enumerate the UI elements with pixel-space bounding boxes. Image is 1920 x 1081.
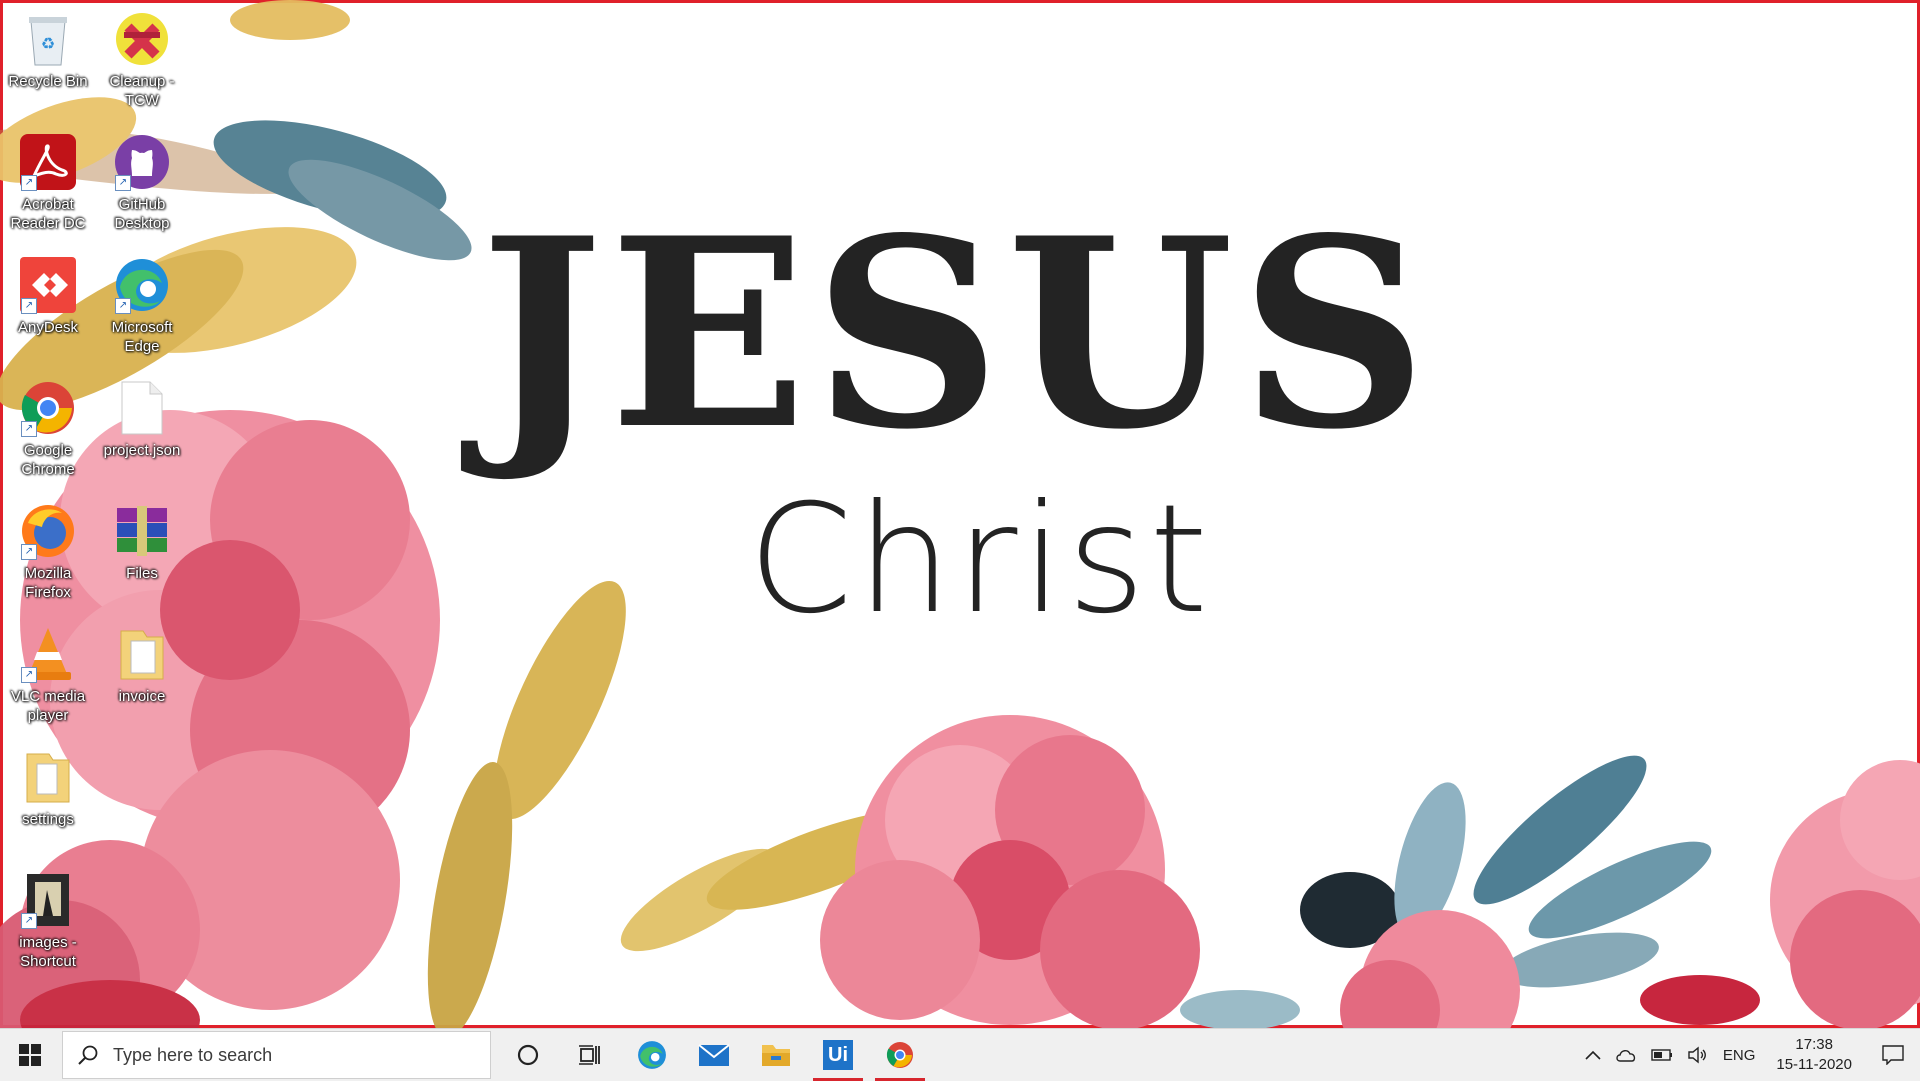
search-input[interactable] [111, 1043, 475, 1067]
svg-text:♻: ♻ [41, 36, 55, 53]
taskbar: Ui ENG 17:38 15-11-2020 [0, 1028, 1920, 1081]
shortcut-arrow-icon: ↗ [21, 667, 37, 683]
shortcut-arrow-icon: ↗ [21, 298, 37, 314]
language-label: ENG [1722, 1046, 1756, 1064]
shortcut-arrow-icon: ↗ [21, 913, 37, 929]
search-icon [78, 1045, 98, 1065]
chrome-icon [886, 1042, 913, 1068]
taskbar-uipath-button[interactable]: Ui [807, 1029, 869, 1081]
desktop-icon-label: Cleanup - TCW [109, 73, 175, 109]
clock-time: 17:38 [1795, 1036, 1833, 1053]
desktop-icon-label: Google Chrome [21, 442, 75, 478]
firefox-icon: ↗ [19, 502, 77, 560]
clock-date: 15-11-2020 [1776, 1056, 1852, 1073]
wallpaper-subtitle: Christ [747, 473, 1213, 647]
desktop-icon-project-json[interactable]: project.json [94, 371, 190, 460]
taskbar-search-box[interactable] [62, 1031, 491, 1079]
desktop-icon-label: GitHub Desktop [114, 196, 170, 232]
battery-icon [1651, 1049, 1672, 1061]
shortcut-arrow-icon: ↗ [21, 544, 37, 560]
clock-button[interactable]: 17:38 15-11-2020 [1762, 1029, 1866, 1081]
github-icon: ↗ [113, 133, 171, 191]
winrar-icon [113, 502, 171, 560]
desktop-icon-label: settings [22, 811, 74, 828]
cleanup-icon [113, 10, 171, 68]
wallpaper-title: JESUS [480, 182, 1434, 487]
onedrive-button[interactable] [1608, 1029, 1644, 1081]
desktop-icon-label: Recycle Bin [8, 73, 88, 90]
cloud-icon [1616, 1050, 1636, 1062]
desktop[interactable]: JESUS Christ ♻ Recycle Bin Cleanup - TCW… [0, 0, 1920, 1028]
taskbar-file-explorer-button[interactable] [745, 1029, 807, 1081]
system-tray: ENG 17:38 15-11-2020 [1578, 1029, 1920, 1081]
uipath-icon: Ui [823, 1040, 853, 1070]
action-center-button[interactable] [1866, 1029, 1920, 1081]
edge-icon: ↗ [113, 256, 171, 314]
battery-button[interactable] [1644, 1029, 1680, 1081]
desktop-icon-label: Microsoft Edge [111, 319, 173, 355]
folder-icon [113, 625, 171, 683]
input-language-button[interactable]: ENG [1716, 1029, 1763, 1081]
desktop-icon-recycle-bin[interactable]: ♻ Recycle Bin [0, 2, 96, 91]
mail-icon [698, 1044, 730, 1066]
desktop-icon-label: Acrobat Reader DC [10, 196, 86, 232]
desktop-icon-settings[interactable]: settings [0, 740, 96, 829]
desktop-icon-label: VLC media player [10, 688, 86, 724]
file-explorer-icon [762, 1045, 790, 1066]
images-shortcut-icon: ↗ [19, 871, 77, 929]
taskbar-chrome-button[interactable] [869, 1029, 931, 1081]
desktop-icon-anydesk[interactable]: ↗ AnyDesk [0, 248, 96, 337]
desktop-icon-google-chrome[interactable]: ↗ Google Chrome [0, 371, 96, 479]
shortcut-arrow-icon: ↗ [21, 175, 37, 191]
chrome-icon: ↗ [19, 379, 77, 437]
cortana-icon [517, 1044, 539, 1066]
windows-logo-icon [19, 1044, 41, 1066]
start-button[interactable] [0, 1029, 60, 1081]
task-view-icon [579, 1045, 600, 1065]
task-view-button[interactable] [559, 1029, 621, 1081]
edge-icon [638, 1041, 666, 1069]
desktop-icon-invoice[interactable]: invoice [94, 617, 190, 706]
file-icon [113, 379, 171, 437]
desktop-icon-label: AnyDesk [17, 319, 79, 336]
desktop-icon-vlc[interactable]: ↗ VLC media player [0, 617, 96, 725]
desktop-icon-github-desktop[interactable]: ↗ GitHub Desktop [94, 125, 190, 233]
show-hidden-icons-button[interactable] [1578, 1029, 1608, 1081]
anydesk-icon: ↗ [19, 256, 77, 314]
desktop-icon-acrobat-reader[interactable]: ↗ Acrobat Reader DC [0, 125, 96, 233]
acrobat-icon: ↗ [19, 133, 77, 191]
cortana-button[interactable] [497, 1029, 559, 1081]
desktop-icon-microsoft-edge[interactable]: ↗ Microsoft Edge [94, 248, 190, 356]
speaker-icon [1688, 1046, 1706, 1064]
desktop-icon-label: Mozilla Firefox [24, 565, 72, 601]
desktop-icon-mozilla-firefox[interactable]: ↗ Mozilla Firefox [0, 494, 96, 602]
uipath-label: Ui [828, 1043, 848, 1066]
vlc-icon: ↗ [19, 625, 77, 683]
notification-icon [1882, 1045, 1904, 1065]
chevron-up-icon [1585, 1050, 1601, 1060]
taskbar-edge-button[interactable] [621, 1029, 683, 1081]
desktop-icon-label: invoice [118, 688, 166, 705]
desktop-icon-files[interactable]: Files [94, 494, 190, 583]
recycle-bin-icon: ♻ [19, 10, 77, 68]
shortcut-arrow-icon: ↗ [115, 298, 131, 314]
folder-icon [19, 748, 77, 806]
desktop-icon-label: project.json [103, 442, 181, 459]
desktop-icon-cleanup[interactable]: Cleanup - TCW [94, 2, 190, 110]
volume-button[interactable] [1680, 1029, 1716, 1081]
desktop-icon-label: Files [126, 565, 158, 582]
shortcut-arrow-icon: ↗ [21, 421, 37, 437]
desktop-icon-label: images - Shortcut [19, 934, 77, 970]
taskbar-mail-button[interactable] [683, 1029, 745, 1081]
desktop-icon-images-shortcut[interactable]: ↗ images - Shortcut [0, 863, 96, 971]
shortcut-arrow-icon: ↗ [115, 175, 131, 191]
